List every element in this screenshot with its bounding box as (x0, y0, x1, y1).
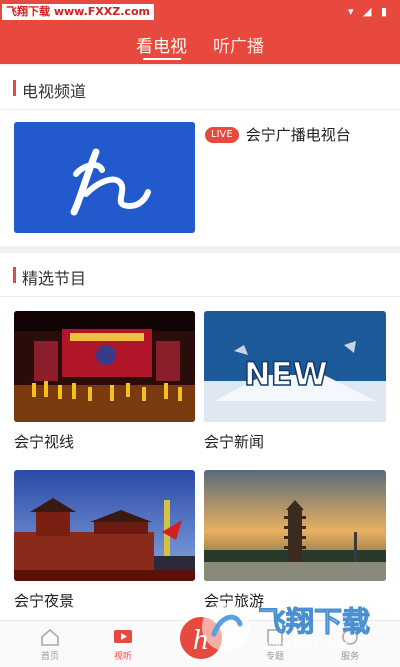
tourism-image (204, 470, 386, 581)
watermark-label: 飞翔下载 www.FXXZ.com (2, 4, 154, 20)
section-accent-bar (13, 267, 16, 283)
top-nav: 看电视 听广播 (0, 24, 400, 64)
status-bar: 飞翔下载 www.FXXZ.com ▾ ◢ ▮ (0, 0, 400, 24)
live-badge: LIVE (205, 126, 239, 143)
watermark-title: 飞翔下载 (257, 605, 371, 639)
watermark-overlay: 飞翔下载 www.fxxz.com (196, 594, 396, 660)
nav-media[interactable]: 视听 (98, 627, 148, 662)
program-thumbnail[interactable]: NEW (204, 311, 386, 422)
status-icons: ▾ ◢ ▮ (347, 5, 390, 18)
nav-home-label: 首页 (40, 652, 59, 662)
tv-icon (114, 630, 132, 643)
nav-home[interactable]: 首页 (25, 627, 75, 662)
programs-header: 精选节目 (0, 253, 400, 297)
program-label: 会宁新闻 (204, 433, 265, 451)
news-image: NEW (204, 311, 386, 422)
program-thumbnail[interactable] (14, 470, 195, 581)
section-title: 精选节目 (22, 269, 87, 288)
channel-logo-icon: h (14, 122, 195, 233)
section-title: 电视频道 (22, 82, 87, 101)
section-accent-bar (13, 80, 16, 96)
nav-media-label: 视听 (113, 652, 132, 662)
stage-image (14, 311, 195, 422)
channel-name: 会宁广播电视台 (245, 126, 351, 144)
watermark-url: www.fxxz.com (262, 638, 349, 652)
svg-text:NEW: NEW (244, 355, 328, 393)
program-label: 会宁夜景 (14, 592, 75, 610)
home-icon (41, 628, 59, 646)
tab-listen-radio[interactable]: 听广播 (213, 32, 264, 57)
program-thumbnail[interactable] (14, 311, 195, 422)
program-thumbnail[interactable] (204, 470, 386, 581)
night-scene-image (14, 470, 195, 581)
tv-channel-header: 电视频道 (0, 66, 400, 110)
active-tab-indicator (143, 58, 181, 60)
tab-watch-tv[interactable]: 看电视 (136, 32, 187, 57)
channel-info[interactable]: LIVE 会宁广播电视台 (205, 124, 351, 144)
channel-thumbnail[interactable]: h (14, 122, 195, 233)
program-label: 会宁视线 (14, 433, 75, 451)
